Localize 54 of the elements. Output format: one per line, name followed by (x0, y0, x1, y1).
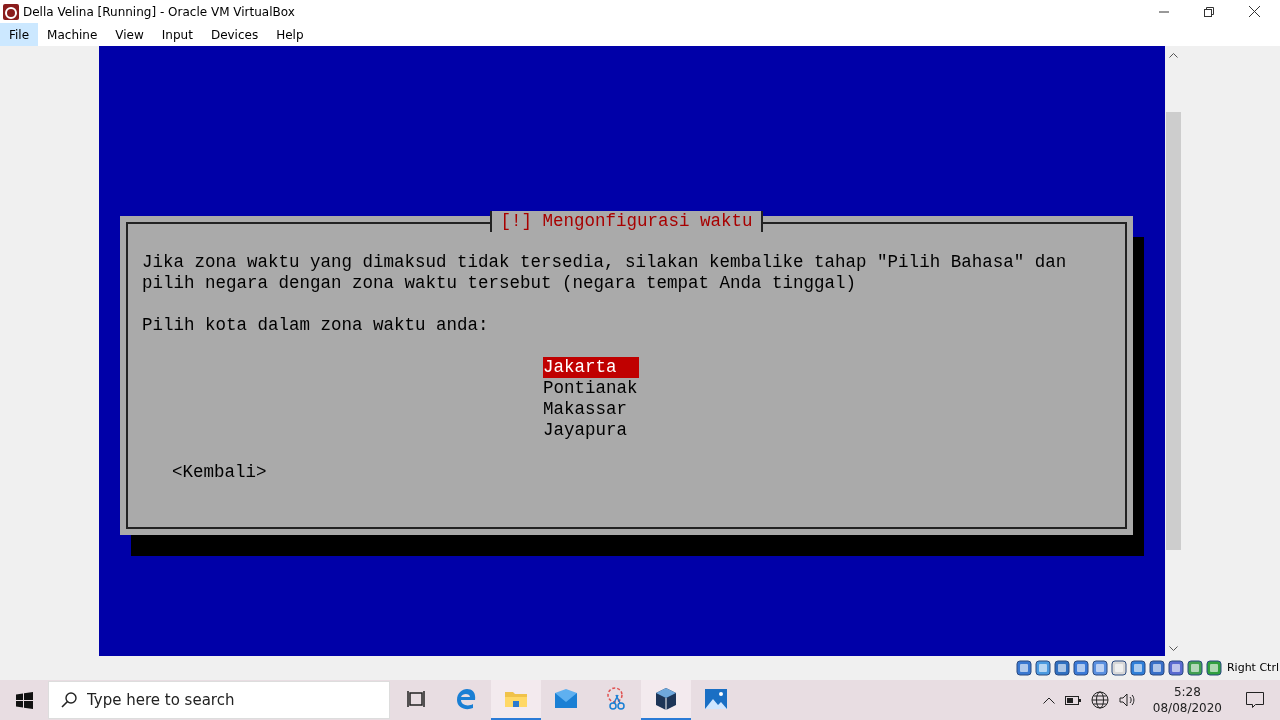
menu-item[interactable]: Input (152, 23, 202, 46)
back-button[interactable]: <Kembali> (172, 462, 267, 482)
message-line: pilih negara dengan zona waktu tersebut (negara tempat Anda tinggal) (142, 273, 858, 294)
close-icon[interactable] (1249, 6, 1260, 17)
device-status-icon[interactable] (1053, 660, 1070, 676)
device-status-icon[interactable] (1167, 660, 1184, 676)
notification-icon[interactable] (1246, 691, 1264, 709)
window-title: Della Velina [Running] - Oracle VM VirtualBox (23, 3, 295, 21)
city-option[interactable]: Jakarta (543, 357, 639, 378)
browser-icon (455, 688, 477, 710)
picture-icon (704, 688, 728, 710)
device-status-icon[interactable] (1091, 660, 1108, 676)
prompt-text: Pilih kota dalam zona waktu anda: (142, 315, 490, 336)
device-status-icon[interactable] (1015, 660, 1032, 676)
scroll-down-icon[interactable] (1169, 646, 1178, 652)
message-line: Jika zona waktu yang dimaksud tidak tersedia, silakan kembalike tahap "Pilih Bahasa" dan (142, 252, 1068, 273)
scroll-up-icon[interactable] (1169, 52, 1178, 58)
device-status-icon[interactable] (1129, 660, 1146, 676)
clock-time: 5:28 (1173, 684, 1201, 700)
app-logo-icon (3, 3, 19, 20)
menu-item[interactable]: File (0, 23, 39, 46)
search-icon (61, 692, 77, 708)
city-option[interactable]: Makassar (543, 399, 627, 420)
taskbar-app-button[interactable] (641, 680, 691, 720)
device-status-icon[interactable] (1205, 660, 1222, 676)
host-key-label: Right Ctrl (1226, 659, 1279, 676)
folder-icon (504, 689, 528, 709)
scissors-icon (604, 687, 628, 711)
device-status-icon[interactable] (1148, 660, 1165, 676)
globe-icon[interactable] (1090, 691, 1109, 709)
restore-icon[interactable] (1204, 6, 1214, 17)
task-view-icon (406, 690, 426, 708)
clock-date: 08/08/2020 (1152, 700, 1222, 716)
device-status-icon[interactable] (1110, 660, 1127, 676)
menu-item[interactable]: Machine (38, 23, 107, 46)
speaker-icon[interactable] (1118, 693, 1135, 707)
dialog-title: [!] Mengonfigurasi waktu (490, 211, 763, 232)
mail-icon (554, 689, 578, 709)
city-option[interactable]: Jayapura (543, 420, 627, 441)
search-field[interactable]: Type here to search (48, 681, 390, 719)
chevron-up-icon[interactable] (1042, 696, 1055, 704)
battery-icon[interactable] (1064, 695, 1081, 705)
start-icon[interactable] (15, 691, 33, 709)
device-status-icon[interactable] (1034, 660, 1051, 676)
clock[interactable]: 5:28 08/08/2020 (1144, 684, 1230, 716)
cube-icon (654, 687, 678, 711)
city-option[interactable]: Pontianak (543, 378, 638, 399)
menu-item[interactable]: Help (267, 23, 313, 46)
scrollbar-thumb[interactable] (1166, 112, 1181, 550)
device-status-icon[interactable] (1072, 660, 1089, 676)
device-status-icon[interactable] (1186, 660, 1203, 676)
menu-item[interactable]: Devices (201, 23, 268, 46)
menu-item[interactable]: View (106, 23, 153, 46)
search-input[interactable]: Type here to search (87, 688, 389, 712)
